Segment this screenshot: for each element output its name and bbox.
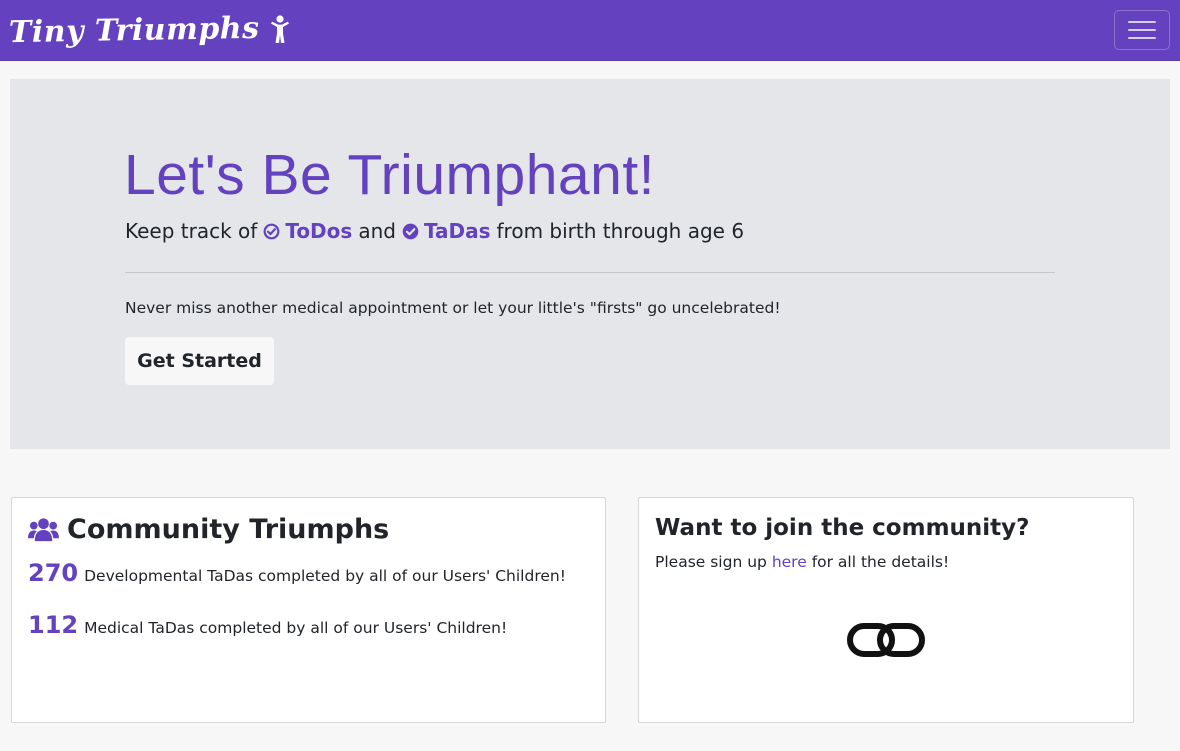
check-circle-icon xyxy=(263,223,280,239)
hero-lead: Keep track of ToDos and TaDas from birth… xyxy=(125,219,744,243)
hero-divider xyxy=(125,272,1055,273)
join-title: Want to join the community? xyxy=(655,515,1030,541)
lead-and: and xyxy=(358,219,396,243)
todos-tag: ToDos xyxy=(257,219,352,243)
community-title: Community Triumphs xyxy=(28,514,389,545)
medical-stat: 112 Medical TaDas completed by all of ou… xyxy=(28,611,507,639)
users-icon xyxy=(28,518,59,542)
developmental-stat: 270 Developmental TaDas completed by all… xyxy=(28,559,566,587)
hero-description: Never miss another medical appointment o… xyxy=(125,299,781,317)
brand-logo[interactable]: Tiny Triumphs xyxy=(9,8,291,52)
tadas-label: TaDas xyxy=(423,219,491,243)
check-circle-solid-icon xyxy=(402,223,419,239)
hero-title: Let's Be Triumphant! xyxy=(124,143,655,207)
join-text: Please sign up here for all the details! xyxy=(655,553,949,571)
tadas-tag: TaDas xyxy=(396,219,491,243)
navbar-toggler-button[interactable] xyxy=(1114,10,1170,50)
hero-jumbotron: Let's Be Triumphant! Keep track of ToDos… xyxy=(10,79,1170,449)
join-text-after: for all the details! xyxy=(811,553,950,571)
developmental-count: 270 xyxy=(28,559,79,587)
todos-label: ToDos xyxy=(285,219,353,243)
navbar: Tiny Triumphs xyxy=(0,0,1180,61)
hamburger-menu-icon xyxy=(1128,21,1156,23)
medical-count: 112 xyxy=(28,611,79,639)
child-icon xyxy=(269,15,291,45)
community-title-text: Community Triumphs xyxy=(67,514,390,545)
developmental-label: Developmental TaDas completed by all of … xyxy=(84,567,566,585)
join-community-card: Want to join the community? Please sign … xyxy=(638,497,1134,723)
medical-label: Medical TaDas completed by all of our Us… xyxy=(84,619,508,637)
lead-suffix: from birth through age 6 xyxy=(496,219,745,243)
lead-prefix: Keep track of xyxy=(125,219,258,243)
join-text-before: Please sign up xyxy=(655,553,767,571)
signup-here-link[interactable]: here xyxy=(772,553,807,571)
community-triumphs-card: Community Triumphs 270 Developmental TaD… xyxy=(11,497,606,723)
link-icon xyxy=(847,623,925,657)
get-started-button[interactable]: Get Started xyxy=(125,337,274,385)
brand-text: Tiny Triumphs xyxy=(8,10,260,50)
